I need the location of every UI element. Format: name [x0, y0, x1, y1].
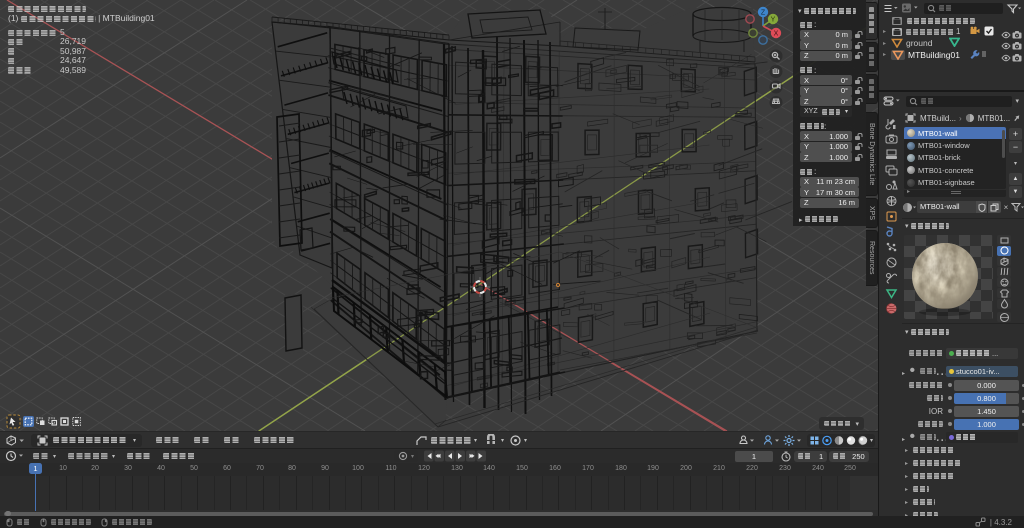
svg-text:X: X: [774, 31, 779, 38]
svg-text:Y: Y: [771, 17, 776, 24]
svg-text:Z: Z: [761, 10, 766, 17]
